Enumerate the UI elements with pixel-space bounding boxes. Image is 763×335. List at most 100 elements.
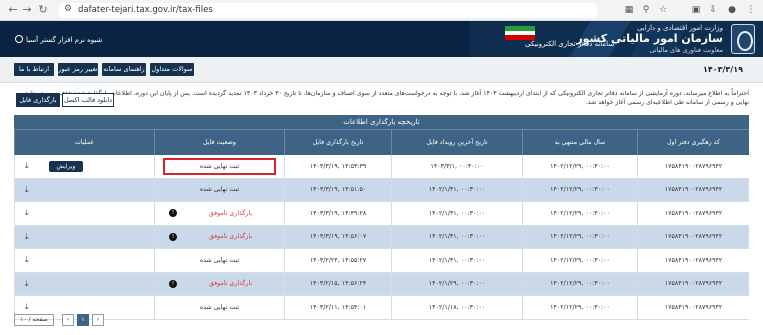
last-entry-cell: ۱۴۰۲/۱/۳۱, ۰۰:۳۰:۰۰ [391,202,522,225]
notice-text: احتراماً به اطلاع میرساند، دوره آزمایشی … [23,90,749,106]
change-password-button[interactable]: تغییر رمز عبور [58,63,98,76]
user-name[interactable]: شیوه نرم افزار گستر آسیا [15,35,102,44]
status-cell: ثبت نهایی شده [154,249,284,272]
ops-cell: ⤓ [14,202,154,225]
tax-org-logo-icon [731,24,755,54]
col-tracking-code: کد رهگیری دفتر اول [637,130,749,155]
last-entry-cell: ۱۴۰۳/۳/۱, ۰۰:۳۰:۰۰ [391,155,522,178]
menu-icon[interactable]: ⋮ [745,4,757,16]
ops-cell: ⤓ [14,272,154,295]
table-body: ⤓ ویرایش ثبت نهایی شده ۱۴۰۳/۳/۱۹, ۱۴:۵۳:۳۹ ۱… [14,155,749,320]
fiscal-year-cell: ۱۴۰۲/۱۲/۲۹, ۰۰:۳۰:۰۰ [522,155,637,178]
ops-cell: ⤓ [14,178,154,201]
fiscal-year-cell: ۱۴۰۲/۱۲/۲۹, ۰۰:۳۰:۰۰ [522,225,637,248]
highlight-box [163,158,276,175]
table-row: ⤓! بارگذاری ناموفق ۱۴۰۳/۳/۱۹, ۱۴:۵۶:۰۷ ۱۴۰۲… [14,225,749,249]
table-row: ⤓ ثبت نهایی شده ۱۴۰۳/۳/۱۹, ۱۴:۵۱:۵۰ ۱۴۰۲/۱/… [14,178,749,202]
download-icon[interactable]: ⤓ [25,208,29,218]
status-cell: ! بارگذاری ناموفق [154,272,284,295]
table-row: ⤓ ویرایش ثبت نهایی شده ۱۴۰۳/۳/۱۹, ۱۴:۵۳:۳۹ ۱… [14,155,749,179]
col-fiscal-year: سال مالی منتهی به [522,130,637,155]
clock-icon [15,35,23,43]
col-ops: عملیات [14,130,154,155]
ops-cell: ⤓ [14,225,154,248]
tracking-code-cell: ۱۷۵۸۴۱۹۰۰۲۸۷۹۶۹۴۲ [637,272,749,295]
status-text: ثبت نهایی شده [199,186,240,194]
current-date: ۱۴۰۳/۳/۱۹ [702,65,743,74]
status-cell: ! بارگذاری ناموفق [154,225,284,248]
error-info-icon[interactable]: ! [169,232,177,241]
status-text: ثبت نهایی شده [199,303,240,311]
faq-button[interactable]: سوالات متداول [150,63,194,76]
table-row: ⤓! بارگذاری ناموفق ۱۴۰۳/۲/۱۵, ۱۴:۵۶:۲۴ ۱۴۰۲… [14,272,749,296]
translate-icon[interactable]: ▦ [623,4,635,16]
url-text: dafater-tejari.tax.gov.ir/tax-files [78,5,213,15]
tracking-code-cell: ۱۷۵۸۴۱۹۰۰۲۸۷۹۶۹۴۲ [637,178,749,201]
status-text: ثبت نهایی شده [199,256,240,264]
table-title: تاریخچه بارگذاری اطلاعات [14,115,749,129]
extensions-icon[interactable]: ▣ [690,4,702,16]
page-1-button[interactable]: ۱ [77,314,89,326]
contact-button[interactable]: ارتباط با ما [14,63,54,76]
status-cell: ثبت نهایی شده [154,296,284,319]
ops-cell: ⤓ ویرایش [14,155,154,178]
error-info-icon[interactable]: ! [169,209,177,218]
tracking-code-cell: ۱۷۵۸۴۱۹۰۰۲۸۷۹۶۹۴۲ [637,202,749,225]
fiscal-year-cell: ۱۴۰۲/۱۲/۲۹, ۰۰:۳۰:۰۰ [522,272,637,295]
table-row: ⤓ ثبت نهایی شده ۱۴۰۳/۲/۲۴, ۱۴:۵۵:۲۷ ۱۴۰۲/۱/… [14,249,749,273]
system-name: سامانه دفاتر تجاری الکترونیکی [525,40,615,48]
download-icon[interactable]: ⤓ [25,255,29,265]
nav-strip: ارتباط با ما تغییر رمز عبور راهنمای ساما… [0,57,763,83]
last-entry-cell: ۱۴۰۲/۱/۲۹, ۰۰:۳۰:۰۰ [391,272,522,295]
col-status: وضعیت فایل [154,130,284,155]
guide-button[interactable]: راهنمای سامانه [102,63,146,76]
upload-date-cell: ۱۴۰۳/۲/۲۴, ۱۴:۵۵:۲۷ [284,249,391,272]
status-text: بارگذاری ناموفق [208,233,253,241]
error-info-icon[interactable]: ! [169,279,177,288]
site-header: وزارت امور اقتصادی و دارایی سازمان امور … [0,21,763,57]
deputy-name: معاونت فناوری های مالیاتی [649,46,723,54]
table-row: ⤓ ! بارگذاری ناموفق ۱۴۰۳/۳/۱۹, ۱۴:۴۹:۲۸ ۱۴۰۲… [14,202,749,226]
download-icon[interactable]: ⤓ [25,232,29,242]
status-text: بارگذاری ناموفق [208,280,253,288]
prev-page-button[interactable]: ‹ [62,314,74,326]
next-page-button[interactable]: › [92,314,104,326]
upload-date-cell: ۱۴۰۳/۳/۱۹, ۱۴:۴۹:۲۸ [284,202,391,225]
last-entry-cell: ۱۴۰۲/۱/۱۸, ۰۰:۳۰:۰۰ [391,296,522,319]
download-icon[interactable]: ⤓ [25,279,29,289]
tracking-code-cell: ۱۷۵۸۴۱۹۰۰۲۸۷۹۶۹۴۲ [637,249,749,272]
download-icon[interactable]: ⤓ [25,302,29,312]
col-last-entry: تاریخ آخرین رویداد فایل [391,130,522,155]
tracking-code-cell: ۱۷۵۸۴۱۹۰۰۲۸۷۹۶۹۴۲ [637,225,749,248]
upload-date-cell: ۱۴۰۳/۳/۱۹, ۱۴:۵۳:۳۹ [284,155,391,178]
tab-download-template[interactable]: دانلود قالب اکسل [62,93,114,107]
zoom-icon[interactable]: ⚲ [640,4,652,16]
edit-button[interactable]: ویرایش [48,160,84,172]
table-header: عملیات وضعیت فایل تاریخ بارگذاری فایل تا… [14,129,749,155]
site-info-icon[interactable]: ⚙ [64,4,72,14]
forward-icon[interactable]: → [20,3,34,17]
tracking-code-cell: ۱۷۵۸۴۱۹۰۰۲۸۷۹۶۹۴۲ [637,155,749,178]
last-entry-cell: ۱۴۰۲/۱/۳۱, ۰۰:۳۰:۰۰ [391,249,522,272]
profile-icon[interactable]: ● [726,4,738,16]
bookmark-star-icon[interactable]: ☆ [657,4,669,16]
history-table: تاریخچه بارگذاری اطلاعات عملیات وضعیت فا… [14,115,749,320]
upload-date-cell: ۱۴۰۳/۳/۱۹, ۱۴:۵۱:۵۰ [284,178,391,201]
upload-date-cell: ۱۴۰۳/۲/۱۵, ۱۴:۵۶:۲۴ [284,272,391,295]
back-icon[interactable]: ← [6,3,20,17]
col-upload-date: تاریخ بارگذاری فایل [284,130,391,155]
download-icon[interactable]: ⤓ [25,161,29,171]
tab-upload[interactable]: بارگذاری فایل [16,93,60,107]
reload-icon[interactable]: ↻ [36,3,50,17]
status-cell: ! بارگذاری ناموفق [154,202,284,225]
iran-flag-icon [505,26,535,40]
fiscal-year-cell: ۱۴۰۲/۱۲/۲۹, ۰۰:۳۰:۰۰ [522,249,637,272]
upload-date-cell: ۱۴۰۳/۲/۱۱, ۱۴:۵۴:۰۱ [284,296,391,319]
download-icon[interactable]: ⤓ [25,185,29,195]
status-cell: ثبت نهایی شده [154,178,284,201]
address-bar[interactable]: ⚙ dafater-tejari.tax.gov.ir/tax-files [58,3,598,18]
downloads-icon[interactable]: ⇩ [707,4,719,16]
page-size-select[interactable]: ۱۰ / صفحه [14,314,54,326]
browser-toolbar: ← → ↻ ⚙ dafater-tejari.tax.gov.ir/tax-fi… [0,0,763,21]
tracking-code-cell: ۱۷۵۸۴۱۹۰۰۲۸۷۹۶۹۴۲ [637,296,749,319]
